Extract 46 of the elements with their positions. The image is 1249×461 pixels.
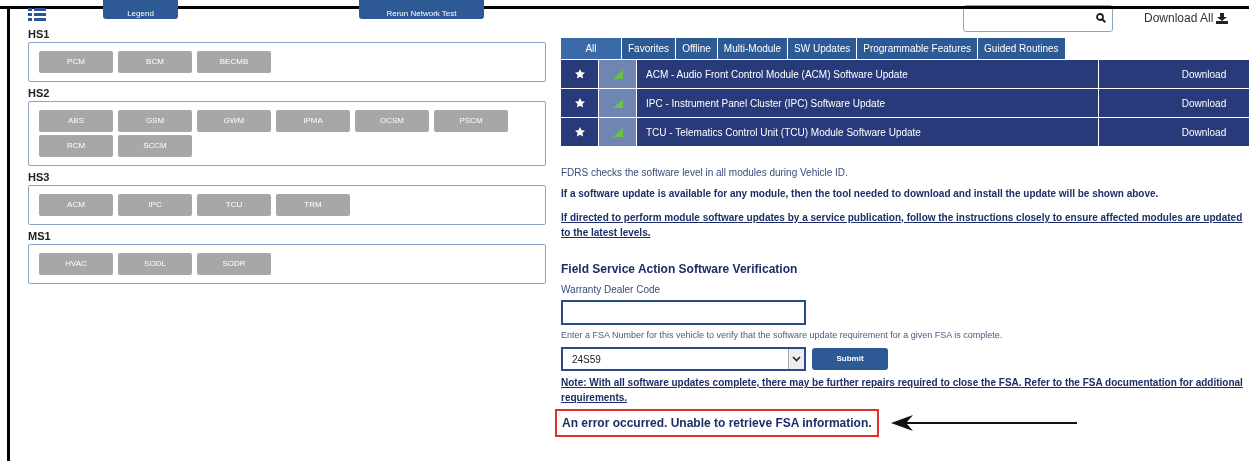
info-text: FDRS checks the software level in all modules during Vehicle ID. bbox=[561, 167, 849, 179]
group-label: HS3 bbox=[28, 171, 51, 184]
download-icon bbox=[1216, 12, 1229, 24]
signal-icon bbox=[612, 127, 623, 137]
group-label: HS2 bbox=[28, 87, 51, 100]
fsa-heading: Field Service Action Software Verification bbox=[561, 262, 799, 276]
favorite-cell[interactable] bbox=[561, 89, 598, 117]
group-label: HS1 bbox=[28, 28, 51, 41]
fsa-value: 24S59 bbox=[571, 352, 602, 367]
signal-icon bbox=[612, 69, 623, 79]
fsa-hint: Enter a FSA Number for this vehicle to verify that the software update requirement for a given FSA is complete. bbox=[561, 329, 1004, 341]
star-icon[interactable] bbox=[574, 98, 585, 108]
signal-icon bbox=[612, 98, 623, 108]
fsa-select[interactable]: 24S59 bbox=[561, 347, 806, 371]
search-icon bbox=[1096, 13, 1106, 23]
star-icon[interactable] bbox=[574, 127, 585, 137]
info-bold-text: If a software update is available for any module, then the tool needed to download and install the update will be shown above. bbox=[561, 188, 1160, 200]
download-button[interactable]: Download bbox=[1099, 60, 1249, 88]
search-field[interactable] bbox=[963, 4, 1113, 32]
fsa-note-link[interactable]: Note: With all software updates complete, there may be further repairs required to close the FSA. Refer to the FSA documentation for additional requirements. bbox=[561, 375, 1249, 405]
rerun-network-test-button[interactable]: Rerun Network Test bbox=[359, 0, 484, 19]
group-label: MS1 bbox=[28, 230, 52, 243]
service-publication-link[interactable]: If directed to perform module software updates by a service publication, follow the instructions closely to ensure affected modules are updated to the latest levels. bbox=[561, 210, 1249, 240]
download-button[interactable]: Download bbox=[1099, 118, 1249, 146]
submit-button[interactable]: Submit bbox=[812, 348, 888, 370]
dealer-code-input[interactable] bbox=[561, 300, 806, 325]
field-label: Warranty Dealer Code bbox=[561, 284, 662, 296]
tab[interactable]: SW Updates bbox=[788, 38, 857, 59]
tab[interactable]: Programmable Features bbox=[857, 38, 978, 59]
legend-button[interactable]: Legend bbox=[103, 0, 178, 19]
menu-icon[interactable] bbox=[28, 8, 46, 21]
chevron-down-icon bbox=[792, 356, 801, 362]
tab[interactable]: Favorites bbox=[622, 38, 676, 59]
favorite-cell[interactable] bbox=[561, 118, 598, 146]
download-button[interactable]: Download bbox=[1099, 89, 1249, 117]
update-title[interactable]: ACM - Audio Front Control Module (ACM) Software Update bbox=[637, 60, 1098, 88]
update-title[interactable]: IPC - Instrument Panel Cluster (IPC) Software Update bbox=[637, 89, 1098, 117]
tab[interactable]: All bbox=[561, 38, 621, 59]
error-message: An error occurred. Unable to retrieve FSA information. bbox=[555, 409, 879, 437]
tab[interactable]: Offline bbox=[676, 38, 717, 59]
star-icon[interactable] bbox=[574, 69, 585, 79]
favorite-cell[interactable] bbox=[561, 60, 598, 88]
update-title[interactable]: TCU - Telematics Control Unit (TCU) Module Software Update bbox=[637, 118, 1098, 146]
tab[interactable]: Guided Routines bbox=[978, 38, 1065, 59]
download-all-button[interactable]: Download All bbox=[1144, 9, 1229, 27]
tab[interactable]: Multi-Module bbox=[717, 38, 788, 59]
